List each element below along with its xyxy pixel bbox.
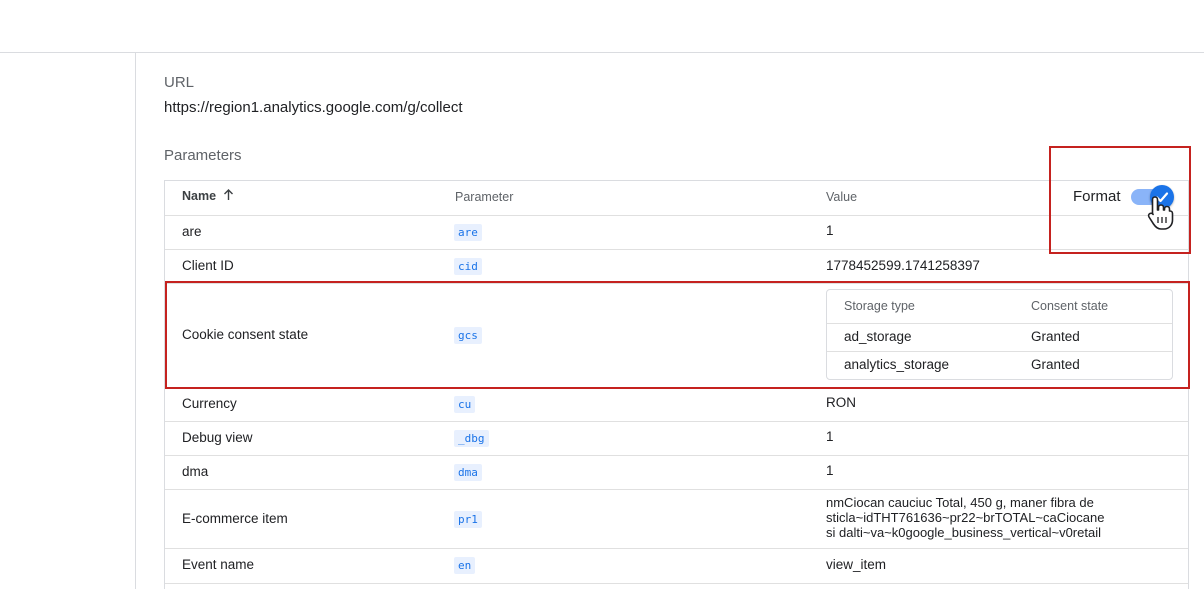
format-highlight-box [1049, 146, 1191, 254]
table-header-row: Name Parameter Value Format [165, 181, 1188, 216]
url-label: URL [164, 74, 195, 91]
param-value: 1 [826, 223, 834, 238]
table-row: Event name en view_item [165, 548, 1188, 584]
param-key-chip: en [454, 557, 476, 574]
param-key-chip: cu [454, 396, 476, 413]
parameters-label: Parameters [164, 147, 242, 164]
param-name: dma [182, 464, 209, 479]
table-row: E-commerce item pr1 nmCiocan cauciuc Tot… [165, 489, 1188, 549]
table-row: Currency cu RON [165, 387, 1188, 422]
param-value: RON [826, 395, 856, 410]
param-value-line: nmCiocan cauciuc Total, 450 g, maner fib… [826, 495, 1094, 510]
arrow-up-icon [223, 189, 233, 200]
value-column-header: Value [826, 190, 858, 204]
table-row: Debug view _dbg 1 [165, 421, 1188, 456]
parameter-column-header: Parameter [455, 190, 514, 204]
param-value: 1 [826, 429, 834, 444]
param-value: nmCiocan cauciuc Total, 450 g, maner fib… [826, 495, 1104, 540]
url-value: https://region1.analytics.google.com/g/c… [164, 99, 463, 116]
param-value: 1778452599.1741258397 [826, 258, 980, 273]
name-column-header[interactable]: Name [182, 189, 234, 203]
param-name: Event name [182, 557, 255, 572]
param-name: Client ID [182, 258, 234, 273]
param-value: view_item [826, 557, 887, 572]
param-name: E-commerce item [182, 511, 288, 526]
param-key-chip: pr1 [454, 511, 482, 528]
top-bar [0, 0, 1204, 53]
param-key-chip: dma [454, 464, 482, 481]
table-row: Client ID cid 1778452599.1741258397 [165, 249, 1188, 284]
left-pane [0, 53, 136, 589]
name-column-label: Name [182, 189, 217, 203]
param-value-line: sticla~idTHT761636~pr22~brTOTAL~caCiocan… [826, 510, 1105, 525]
param-key-chip: are [454, 224, 482, 241]
scroll-gutter [1190, 53, 1204, 589]
param-value-line: si dalti~va~k0google_business_vertical~v… [826, 525, 1101, 540]
param-name: are [182, 224, 202, 239]
table-row: are are 1 [165, 215, 1188, 250]
param-key-chip: cid [454, 258, 482, 275]
consent-highlight-box [165, 281, 1190, 389]
table-row: dma dma 1 [165, 455, 1188, 490]
param-name: Debug view [182, 430, 253, 445]
param-key-chip: _dbg [454, 430, 489, 447]
param-name: Currency [182, 396, 237, 411]
param-value: 1 [826, 463, 834, 478]
